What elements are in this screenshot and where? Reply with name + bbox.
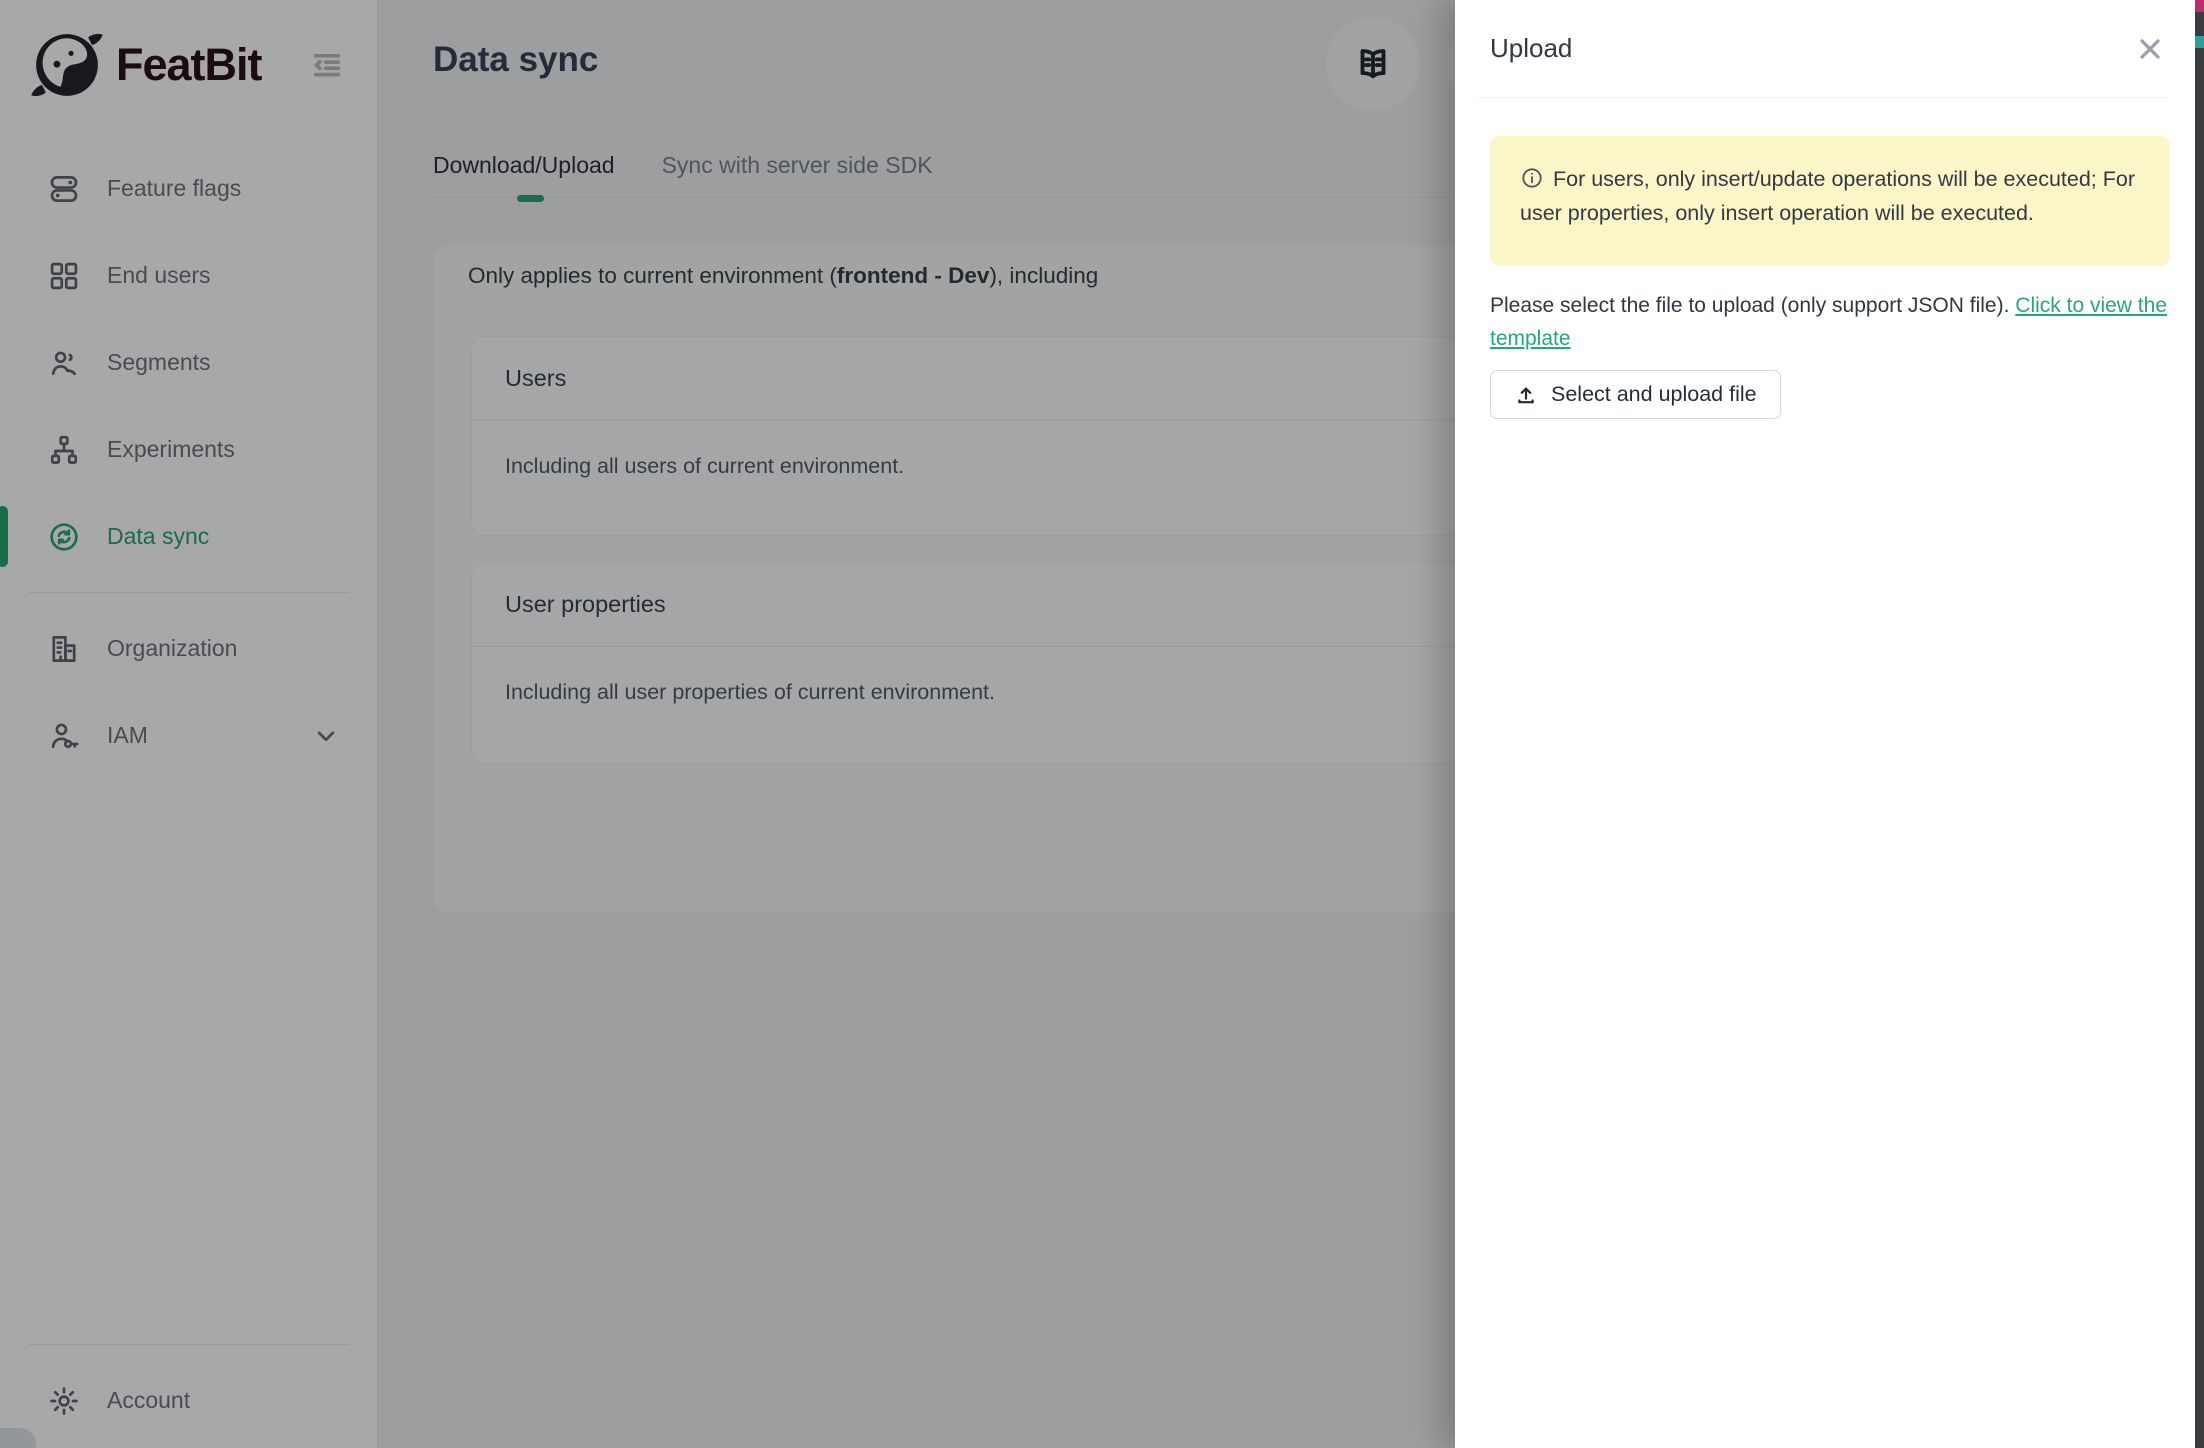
upload-instruction: Please select the file to upload (only s… bbox=[1490, 289, 2172, 355]
drawer-title: Upload bbox=[1490, 33, 2134, 64]
edge-accent-magenta bbox=[2195, 0, 2204, 12]
info-alert-text: For users, only insert/update operations… bbox=[1520, 167, 2135, 225]
screen: FeatBit Feature flags bbox=[0, 0, 2204, 1448]
edge-accent-teal bbox=[2195, 36, 2204, 48]
drawer-body: For users, only insert/update operations… bbox=[1455, 136, 2196, 419]
info-icon bbox=[1520, 166, 1544, 190]
screen-edge-strip bbox=[2195, 0, 2204, 1448]
upload-drawer: Upload For users, only insert/update ope… bbox=[1455, 0, 2196, 1448]
upload-button-label: Select and upload file bbox=[1551, 382, 1757, 407]
select-upload-file-button[interactable]: Select and upload file bbox=[1490, 370, 1781, 419]
upload-icon bbox=[1514, 383, 1538, 407]
drawer-header-divider bbox=[1478, 97, 2168, 98]
close-icon[interactable] bbox=[2134, 33, 2166, 65]
drawer-header: Upload bbox=[1455, 0, 2196, 97]
info-alert: For users, only insert/update operations… bbox=[1490, 136, 2170, 266]
